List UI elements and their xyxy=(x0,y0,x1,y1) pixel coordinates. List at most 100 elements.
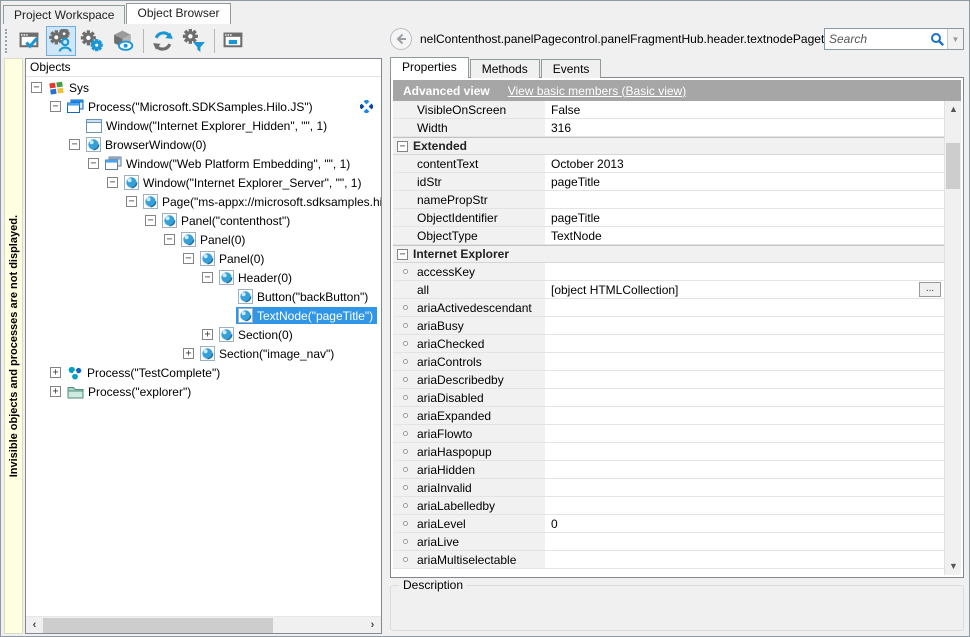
collapse-icon[interactable]: − xyxy=(202,272,213,283)
expand-icon[interactable]: + xyxy=(50,386,61,397)
tree-node-content[interactable]: BrowserWindow(0) xyxy=(84,136,210,153)
tab-object-browser[interactable]: Object Browser xyxy=(126,3,230,24)
cube-eye-button[interactable] xyxy=(108,26,138,56)
search-input[interactable] xyxy=(825,32,928,46)
expand-icon[interactable]: + xyxy=(50,367,61,378)
property-row[interactable]: ariaDescribedby xyxy=(393,371,944,389)
window-panel-button[interactable] xyxy=(219,26,249,56)
tree-node[interactable]: TextNode("pageTitle") xyxy=(26,306,381,325)
tree-node[interactable]: + Section("image_nav") xyxy=(26,344,381,363)
property-row[interactable]: contentTextOctober 2013 xyxy=(393,155,944,173)
collapse-icon[interactable]: − xyxy=(88,158,99,169)
property-category-row[interactable]: −Internet Explorer xyxy=(393,245,944,263)
property-row[interactable]: accessKey xyxy=(393,263,944,281)
scroll-left-icon[interactable]: ‹ xyxy=(26,618,43,633)
tree-node-content[interactable]: TextNode("pageTitle") xyxy=(236,307,377,324)
property-row[interactable]: ariaHidden xyxy=(393,461,944,479)
tree-node-content[interactable]: Process("TestComplete") xyxy=(65,364,224,381)
tree-node[interactable]: −Header(0) xyxy=(26,268,381,287)
search-icon[interactable] xyxy=(930,32,945,47)
gears-person-button[interactable] xyxy=(46,26,76,56)
collapse-icon[interactable]: − xyxy=(126,196,137,207)
search-options-dropdown[interactable]: ▼ xyxy=(947,29,963,49)
property-row[interactable]: ObjectIdentifierpageTitle xyxy=(393,209,944,227)
tree-node-content[interactable]: Process("Microsoft.SDKSamples.Hilo.JS") xyxy=(65,98,317,115)
tree-node[interactable]: −Panel(0) xyxy=(26,249,381,268)
collapse-icon[interactable]: − xyxy=(31,82,42,93)
tree-node-content[interactable]: Button("backButton") xyxy=(236,288,372,305)
scroll-down-icon[interactable]: ▼ xyxy=(945,558,961,575)
property-row[interactable]: ariaLabelledby xyxy=(393,497,944,515)
toolbar-grip-handle[interactable] xyxy=(5,29,11,53)
tree-node[interactable]: −BrowserWindow(0) xyxy=(26,135,381,154)
property-row[interactable]: all[object HTMLCollection]... xyxy=(393,281,944,299)
property-row[interactable]: idStrpageTitle xyxy=(393,173,944,191)
scrollbar-thumb[interactable] xyxy=(43,618,273,633)
tree-node-content[interactable]: Section("image_nav") xyxy=(198,345,338,362)
tree-node[interactable]: −Window("Web Platform Embedding", "", 1) xyxy=(26,154,381,173)
tree-node[interactable]: + Process("explorer") xyxy=(26,382,381,401)
tree-node-content[interactable]: Header(0) xyxy=(217,269,296,286)
gears-button[interactable] xyxy=(77,26,107,56)
basic-view-link[interactable]: View basic members (Basic view) xyxy=(508,84,687,98)
tree-node[interactable]: −Window("Internet Explorer_Server", "", … xyxy=(26,173,381,192)
property-row[interactable]: ariaDisabled xyxy=(393,389,944,407)
property-row[interactable]: namePropStr xyxy=(393,191,944,209)
scrollbar-thumb[interactable] xyxy=(946,143,960,189)
collapse-icon[interactable]: − xyxy=(69,139,80,150)
property-row[interactable]: ariaMultiselectable xyxy=(393,551,944,569)
tree-node-content[interactable]: Panel(0) xyxy=(179,231,249,248)
tree-node-content[interactable]: Page("ms-appx://microsoft.sdksamples.hil… xyxy=(141,193,381,210)
tree-node[interactable]: Window("Internet Explorer_Hidden", "", 1… xyxy=(26,116,381,135)
tree-node[interactable]: Button("backButton") xyxy=(26,287,381,306)
collapse-icon[interactable]: − xyxy=(397,249,408,260)
gear-filter-button[interactable] xyxy=(179,26,209,56)
refresh-button[interactable] xyxy=(148,26,178,56)
property-row[interactable]: Width316 xyxy=(393,119,944,137)
window-check-button[interactable] xyxy=(15,26,45,56)
property-row[interactable]: ariaLevel0 xyxy=(393,515,944,533)
property-row[interactable]: ariaHaspopup xyxy=(393,443,944,461)
tree-node-content[interactable]: Sys xyxy=(46,79,93,96)
tree-horizontal-scrollbar[interactable]: ‹ › xyxy=(26,616,381,633)
property-row[interactable]: ariaExpanded xyxy=(393,407,944,425)
property-row[interactable]: ariaInvalid xyxy=(393,479,944,497)
property-row[interactable]: ariaControls xyxy=(393,353,944,371)
property-category-row[interactable]: −Extended xyxy=(393,137,944,155)
tree-node[interactable]: −Panel("contenthost") xyxy=(26,211,381,230)
property-row[interactable]: VisibleOnScreenFalse xyxy=(393,101,944,119)
collapse-icon[interactable]: − xyxy=(397,141,408,152)
tree-node-content[interactable]: Window("Internet Explorer_Server", "", 1… xyxy=(122,174,365,191)
ellipsis-button[interactable]: ... xyxy=(919,282,941,297)
tree-node-content[interactable]: Section(0) xyxy=(217,326,297,343)
tree-node[interactable]: −Page("ms-appx://microsoft.sdksamples.hi… xyxy=(26,192,381,211)
property-row[interactable]: ariaChecked xyxy=(393,335,944,353)
tree-node[interactable]: −Sys xyxy=(26,78,381,97)
tree-node[interactable]: −Panel(0) xyxy=(26,230,381,249)
tree-node-content[interactable]: Panel(0) xyxy=(198,250,268,267)
tree-node[interactable]: + Section(0) xyxy=(26,325,381,344)
expand-icon[interactable]: + xyxy=(202,329,213,340)
property-row[interactable]: ariaActivedescendant xyxy=(393,299,944,317)
property-row[interactable]: ObjectTypeTextNode xyxy=(393,227,944,245)
collapse-icon[interactable]: − xyxy=(145,215,156,226)
collapse-icon[interactable]: − xyxy=(107,177,118,188)
collapse-icon[interactable]: − xyxy=(183,253,194,264)
tree-node[interactable]: −Process("Microsoft.SDKSamples.Hilo.JS") xyxy=(26,97,381,116)
collapse-icon[interactable]: − xyxy=(164,234,175,245)
property-row[interactable]: ariaBusy xyxy=(393,317,944,335)
tab-properties[interactable]: Properties xyxy=(390,57,469,78)
tab-project-workspace[interactable]: Project Workspace xyxy=(3,5,125,24)
tree-node-content[interactable]: Window("Web Platform Embedding", "", 1) xyxy=(103,155,354,172)
tab-methods[interactable]: Methods xyxy=(470,59,540,78)
tree-node-content[interactable]: Panel("contenthost") xyxy=(160,212,294,229)
property-row[interactable]: ariaLive xyxy=(393,533,944,551)
tree-node-content[interactable]: Process("explorer") xyxy=(65,383,195,400)
expand-icon[interactable]: + xyxy=(183,348,194,359)
tree-node[interactable]: + Process("TestComplete") xyxy=(26,363,381,382)
tree-node-content[interactable]: Window("Internet Explorer_Hidden", "", 1… xyxy=(84,117,331,134)
property-row[interactable]: ariaFlowto xyxy=(393,425,944,443)
grid-vertical-scrollbar[interactable]: ▲ ▼ xyxy=(944,101,961,575)
collapse-icon[interactable]: − xyxy=(50,101,61,112)
scroll-up-icon[interactable]: ▲ xyxy=(945,101,961,118)
